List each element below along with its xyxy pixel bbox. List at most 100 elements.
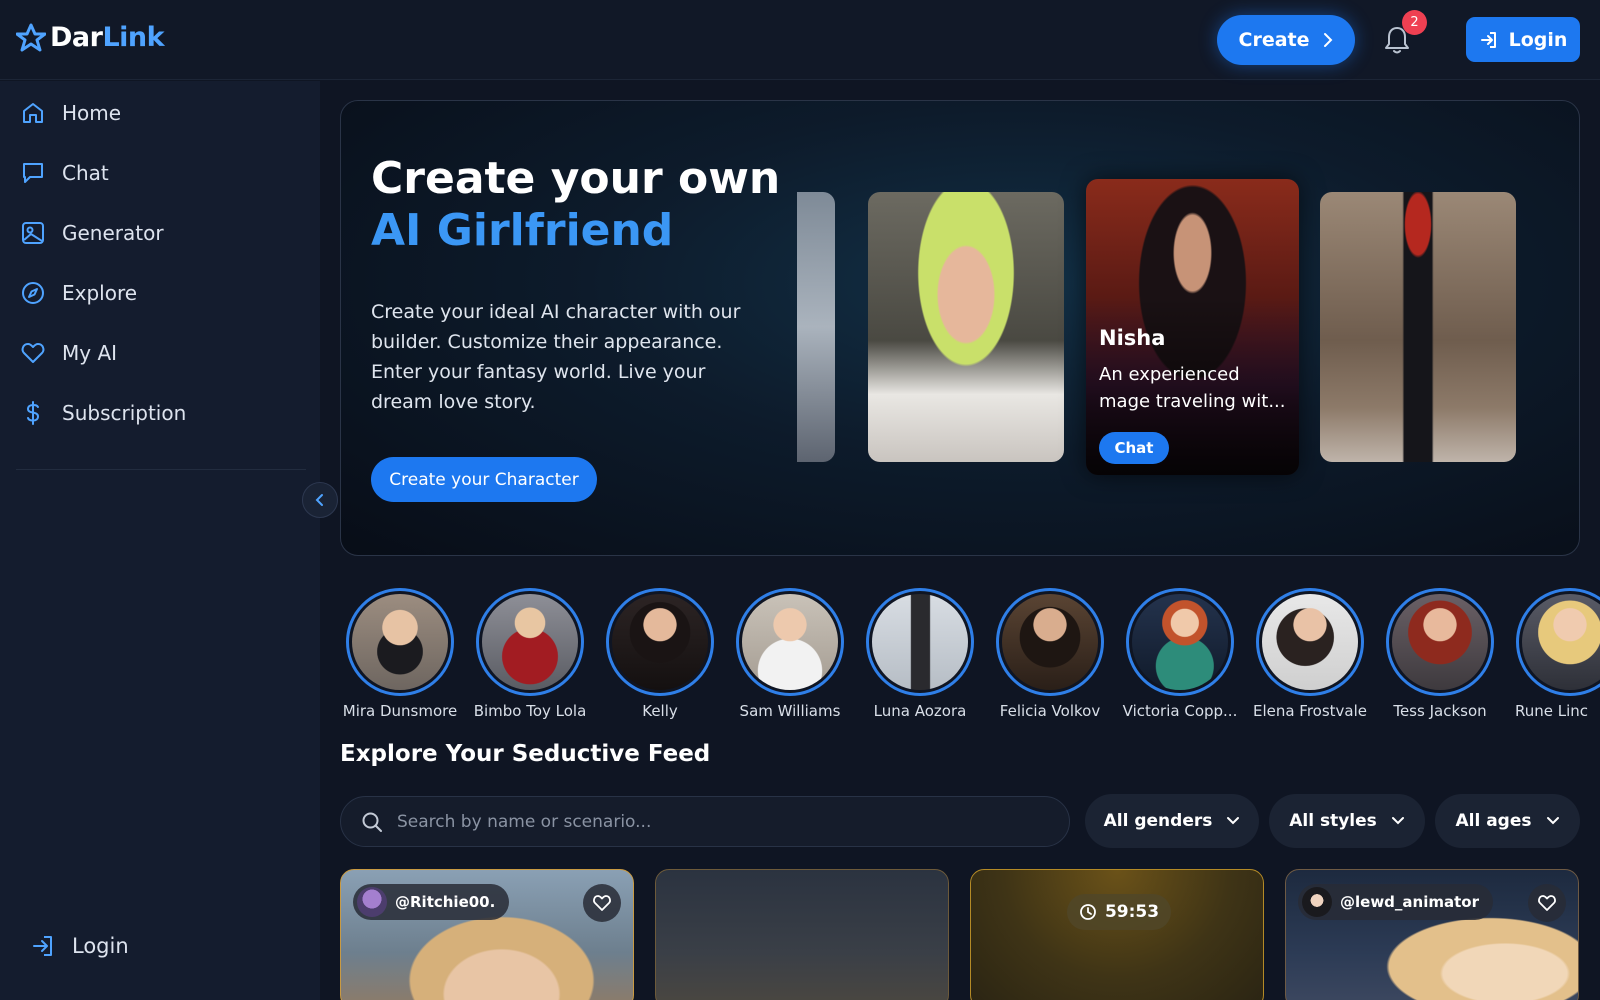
avatar-ring — [1516, 588, 1600, 696]
avatar-name: Mira Dunsmore — [342, 702, 458, 720]
sidebar-item-label: Subscription — [62, 401, 187, 425]
user-chip[interactable]: @lewd_animator — [1298, 884, 1493, 920]
sidebar-item-home[interactable]: Home — [20, 93, 121, 133]
clock-icon — [1080, 904, 1096, 920]
avatar-ring — [866, 588, 974, 696]
avatar-ring — [1386, 588, 1494, 696]
sidebar-divider — [16, 469, 306, 470]
search-bar[interactable] — [340, 796, 1070, 847]
sidebar-login-label: Login — [72, 934, 129, 958]
character-avatar[interactable]: Bimbo Toy Lola — [465, 588, 595, 720]
sidebar-item-explore[interactable]: Explore — [20, 273, 137, 313]
character-avatar[interactable]: Victoria Copp... — [1115, 588, 1245, 720]
avatar — [1002, 594, 1098, 690]
avatar-ring — [606, 588, 714, 696]
sidebar-item-my-ai[interactable]: My AI — [20, 333, 117, 373]
hero-description: Create your ideal AI character with our … — [371, 301, 741, 413]
login-button-label: Login — [1508, 28, 1568, 51]
carousel-card-partial[interactable] — [797, 192, 835, 462]
avatar — [357, 887, 387, 917]
character-avatar[interactable]: Mira Dunsmore — [335, 588, 465, 720]
avatar-name: Rune Linc — [1515, 702, 1589, 720]
hero-title-line2: AI Girlfriend — [371, 205, 674, 256]
avatar-name: Felicia Volkov — [999, 702, 1101, 720]
hero-title: Create your own AI Girlfriend — [371, 153, 780, 257]
avatar-ring — [346, 588, 454, 696]
carousel-card[interactable] — [1320, 192, 1516, 462]
avatar-name: Kelly — [642, 702, 678, 720]
chat-icon — [23, 163, 43, 183]
hero-title-line1: Create your own — [371, 153, 781, 204]
chevron-down-icon — [1391, 817, 1404, 825]
heart-icon — [21, 343, 45, 363]
featured-chat-button[interactable]: Chat — [1099, 432, 1169, 464]
carousel-card[interactable] — [868, 192, 1064, 462]
logo[interactable]: DarLink — [16, 22, 165, 53]
gender-filter-label: All genders — [1103, 811, 1213, 831]
search-input[interactable] — [397, 811, 1037, 832]
feed-title: Explore Your Seductive Feed — [340, 741, 711, 767]
character-avatar[interactable]: Tess Jackson — [1375, 588, 1505, 720]
avatar — [482, 594, 578, 690]
avatar — [1302, 887, 1332, 917]
avatar-name: Luna Aozora — [873, 702, 967, 720]
featured-character-name: Nisha — [1099, 326, 1166, 350]
user-handle: @Ritchie00. — [395, 893, 496, 911]
feed-card[interactable] — [655, 869, 949, 1000]
character-avatar[interactable]: Kelly — [595, 588, 725, 720]
timer-value: 59:53 — [1104, 902, 1160, 922]
avatar — [1522, 594, 1600, 690]
character-avatar[interactable]: Sam Williams — [725, 588, 855, 720]
heart-icon — [1538, 895, 1556, 911]
avatar — [352, 594, 448, 690]
avatar — [742, 594, 838, 690]
character-avatar[interactable]: Luna Aozora — [855, 588, 985, 720]
feed-card[interactable]: 59:53 — [970, 869, 1264, 1000]
featured-character-card[interactable]: Nisha An experienced mage traveling wit.… — [1086, 179, 1299, 475]
character-avatar[interactable]: Rune Linc — [1505, 588, 1600, 720]
sidebar: Home Chat Generator Explore My AI Subscr… — [0, 81, 320, 1000]
create-character-button[interactable]: Create your Character — [371, 457, 597, 502]
chevron-left-icon — [315, 494, 323, 506]
sidebar-item-label: Chat — [62, 161, 109, 185]
avatar-ring — [1256, 588, 1364, 696]
sidebar-item-label: Explore — [62, 281, 138, 305]
sidebar-item-generator[interactable]: Generator — [20, 213, 164, 253]
user-chip[interactable]: @Ritchie00. — [353, 884, 510, 920]
user-handle: @lewd_animator — [1340, 893, 1479, 911]
chevron-down-icon — [1546, 817, 1559, 825]
login-button[interactable]: Login — [1466, 17, 1580, 62]
age-filter-label: All ages — [1455, 811, 1532, 831]
favorite-button[interactable] — [583, 884, 621, 922]
timer-chip: 59:53 — [1067, 894, 1171, 930]
notification-badge: 2 — [1402, 10, 1427, 35]
age-filter-dropdown[interactable]: All ages — [1435, 794, 1580, 848]
login-icon — [33, 936, 52, 956]
avatar-name: Sam Williams — [739, 702, 841, 720]
home-icon — [23, 103, 43, 123]
avatar-name: Victoria Copp... — [1122, 702, 1238, 720]
chevron-down-icon — [1227, 817, 1240, 825]
sidebar-item-label: Generator — [62, 221, 164, 245]
style-filter-dropdown[interactable]: All styles — [1269, 794, 1425, 848]
compass-icon — [22, 282, 44, 304]
sidebar-login-button[interactable]: Login — [30, 933, 129, 959]
favorite-button[interactable] — [1528, 884, 1566, 922]
avatar-ring — [476, 588, 584, 696]
gender-filter-dropdown[interactable]: All genders — [1085, 794, 1259, 848]
sidebar-item-chat[interactable]: Chat — [20, 153, 109, 193]
hero-banner: Create your own AI Girlfriend Create you… — [340, 100, 1580, 556]
avatar — [612, 594, 708, 690]
sidebar-collapse-button[interactable] — [302, 482, 338, 518]
avatar-name: Bimbo Toy Lola — [473, 702, 587, 720]
character-avatar[interactable]: Felicia Volkov — [985, 588, 1115, 720]
top-bar: DarLink Create 2 Login — [0, 0, 1600, 80]
create-button[interactable]: Create — [1217, 15, 1355, 65]
feed-card[interactable]: @Ritchie00. — [340, 869, 634, 1000]
sidebar-item-subscription[interactable]: Subscription — [20, 393, 186, 433]
character-avatar[interactable]: Elena Frostvale — [1245, 588, 1375, 720]
avatar-name: Elena Frostvale — [1252, 702, 1368, 720]
image-icon — [22, 222, 44, 244]
feed-card[interactable]: @lewd_animator — [1285, 869, 1579, 1000]
avatar — [1132, 594, 1228, 690]
